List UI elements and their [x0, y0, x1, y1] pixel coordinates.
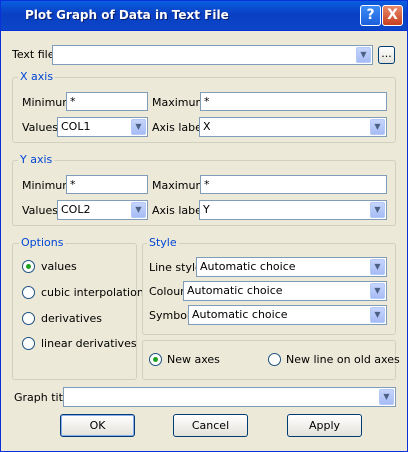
- radio-new-line-on-old-axes[interactable]: [268, 353, 281, 366]
- option-derivatives-label: derivatives: [41, 312, 102, 325]
- x-minimum-field[interactable]: *: [66, 92, 148, 111]
- y-axislabel-combo[interactable]: Y ▼: [199, 200, 387, 220]
- y-values-value: COL2: [61, 203, 91, 216]
- y-axis-group-label: Y axis: [18, 153, 55, 166]
- browse-button[interactable]: ...: [378, 46, 395, 64]
- chevron-down-icon[interactable]: ▼: [370, 283, 385, 299]
- radio-option-cubic-interpolation[interactable]: [22, 286, 35, 299]
- chevron-down-icon[interactable]: ▼: [370, 307, 385, 323]
- y-axislabel-label: Axis label: [152, 204, 205, 217]
- symbol-value: Automatic choice: [192, 308, 288, 321]
- x-axislabel-value: X: [203, 120, 211, 133]
- close-icon: X: [387, 7, 398, 23]
- x-maximum-field[interactable]: *: [200, 92, 387, 111]
- new-axes-label: New axes: [167, 353, 220, 366]
- y-axislabel-value: Y: [203, 203, 210, 216]
- x-values-label: Values: [22, 121, 58, 134]
- chevron-down-icon[interactable]: ▼: [131, 119, 146, 135]
- radio-option-linear-derivatives[interactable]: [22, 337, 35, 350]
- chevron-down-icon[interactable]: ▼: [379, 389, 394, 405]
- symbol-label: Symbol: [149, 309, 190, 322]
- x-axis-group-label: X axis: [18, 70, 56, 83]
- dialog-window: Plot Graph of Data in Text File ? X Text…: [0, 0, 408, 452]
- x-maximum-label: Maximum: [152, 96, 207, 109]
- colour-label: Colour: [149, 285, 185, 298]
- radio-option-derivatives[interactable]: [22, 312, 35, 325]
- new-line-label: New line on old axes: [286, 353, 400, 366]
- option-linear-derivatives-label: linear derivatives: [41, 337, 137, 350]
- symbol-combo[interactable]: Automatic choice ▼: [188, 305, 387, 325]
- colour-combo[interactable]: Automatic choice ▼: [183, 281, 387, 301]
- graph-title-combo[interactable]: ▼: [63, 387, 396, 407]
- y-minimum-field[interactable]: *: [66, 175, 148, 194]
- browse-label: ...: [381, 47, 392, 60]
- x-axislabel-combo[interactable]: X ▼: [199, 117, 387, 137]
- radio-new-axes[interactable]: [149, 353, 162, 366]
- help-icon: ?: [366, 7, 375, 23]
- help-button[interactable]: ?: [360, 5, 381, 26]
- linestyle-value: Automatic choice: [200, 260, 296, 273]
- textfile-combo[interactable]: ▼: [52, 45, 373, 65]
- apply-button[interactable]: Apply: [287, 414, 362, 437]
- colour-value: Automatic choice: [187, 284, 283, 297]
- y-values-label: Values: [22, 204, 58, 217]
- x-values-value: COL1: [61, 120, 91, 133]
- linestyle-label: Line style: [149, 261, 202, 274]
- option-cubic-interpolation-label: cubic interpolation: [41, 286, 144, 299]
- cancel-button[interactable]: Cancel: [173, 414, 248, 437]
- option-values-label: values: [41, 260, 77, 273]
- style-group-label: Style: [147, 236, 179, 249]
- chevron-down-icon[interactable]: ▼: [131, 202, 146, 218]
- title-bar[interactable]: Plot Graph of Data in Text File ? X: [1, 1, 407, 31]
- textfile-label: Text file: [12, 48, 55, 61]
- chevron-down-icon[interactable]: ▼: [370, 202, 385, 218]
- y-maximum-field[interactable]: *: [200, 175, 387, 194]
- window-title: Plot Graph of Data in Text File: [25, 8, 229, 22]
- options-group-label: Options: [19, 236, 66, 249]
- chevron-down-icon[interactable]: ▼: [370, 259, 385, 275]
- linestyle-combo[interactable]: Automatic choice ▼: [196, 257, 387, 277]
- y-values-combo[interactable]: COL2 ▼: [57, 200, 148, 220]
- chevron-down-icon[interactable]: ▼: [356, 47, 371, 63]
- close-button[interactable]: X: [382, 5, 403, 26]
- chevron-down-icon[interactable]: ▼: [370, 119, 385, 135]
- x-axislabel-label: Axis label: [152, 121, 205, 134]
- x-values-combo[interactable]: COL1 ▼: [57, 117, 148, 137]
- radio-option-values[interactable]: [22, 260, 35, 273]
- ok-button[interactable]: OK: [60, 414, 135, 437]
- y-maximum-label: Maximum: [152, 179, 207, 192]
